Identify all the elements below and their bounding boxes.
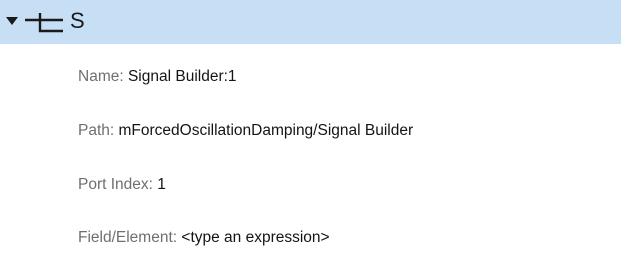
signal-tree: S Name: Signal Builder:1 Path: mForcedOs… — [0, 0, 621, 255]
property-row-field-element: Field/Element: <type an expression> — [78, 227, 330, 249]
signal-header-row[interactable]: S — [0, 0, 621, 44]
property-row-path: Path: mForcedOscillationDamping/Signal B… — [78, 120, 413, 142]
name-label: Name: — [78, 68, 128, 85]
name-value: Signal Builder:1 — [127, 68, 237, 85]
signal-name[interactable]: S — [70, 9, 85, 33]
signal-line-icon — [25, 13, 63, 33]
port-index-label: Port Index: — [78, 176, 158, 193]
port-index-value: 1 — [157, 176, 166, 193]
property-row-port-index: Port Index: 1 — [78, 174, 166, 196]
path-value: mForcedOscillationDamping/Signal Builder — [118, 122, 414, 139]
path-label: Path: — [78, 122, 119, 139]
property-row-name: Name: Signal Builder:1 — [78, 66, 237, 88]
chevron-down-icon[interactable] — [6, 17, 18, 25]
field-element-label: Field/Element: — [78, 229, 182, 246]
field-element-input[interactable]: <type an expression> — [181, 229, 329, 246]
